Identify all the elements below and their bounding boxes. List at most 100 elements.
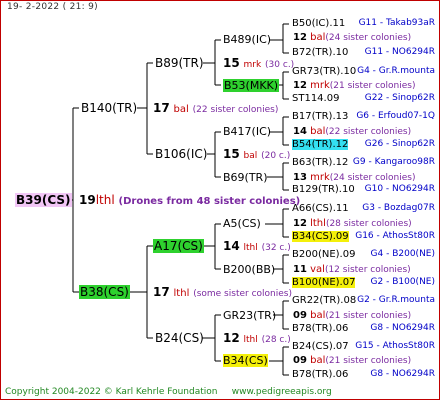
parent-1-connector-label: 17 bal (22 sister colonies) <box>153 101 278 117</box>
grandparent-3[interactable]: A17(CS) <box>153 239 204 253</box>
leaf-1-group: G11 - Takab93aR <box>358 18 435 28</box>
grandparent-4-id: B24(CS) <box>155 331 204 345</box>
leaf-15[interactable]: B24(CS).07 <box>292 340 349 353</box>
leaf-7[interactable]: B63(TR).12 <box>292 156 348 169</box>
leaf-10[interactable]: B34(CS).09 <box>292 230 349 243</box>
great-grandparent-7[interactable]: GR23(TR) <box>223 309 276 322</box>
connector-number: 11 <box>293 264 307 275</box>
grandparent-4[interactable]: B24(CS) <box>155 331 204 345</box>
leaf-5-group: G6 - Erfoud07-1Q <box>356 111 435 121</box>
leaf-10-group: G16 - AthosSt80R <box>355 231 435 241</box>
great-grandparent-4[interactable]: B69(TR) <box>223 171 268 184</box>
leaf-2[interactable]: B72(TR).10 <box>292 46 348 59</box>
gen2-connector-line-1 <box>203 39 221 86</box>
connector-desc: (22 sister colonies) <box>325 127 412 137</box>
great-grandparent-8[interactable]: B34(CS) <box>223 354 268 367</box>
great-grandparent-1-id: B489(IC) <box>223 33 272 46</box>
great-grandparent-5[interactable]: A5(CS) <box>223 217 261 230</box>
grandparent-1[interactable]: B89(TR) <box>155 56 204 70</box>
connector-number: 17 <box>153 101 170 115</box>
leaf-9[interactable]: A66(CS).11 <box>292 202 349 215</box>
leaf-1[interactable]: B50(IC).11 <box>292 17 345 30</box>
grandparent-2[interactable]: B106(IC) <box>155 147 207 161</box>
gen2-connector-line-2 <box>207 131 221 178</box>
connector-number: 09 <box>293 310 307 321</box>
connector-desc: (some sister colonies) <box>193 289 292 299</box>
connector-number: 12 <box>293 218 307 229</box>
pedigree-frame: 19- 2-2022 ( 21: 9) B39(CS) 19lthl (Dron… <box>0 0 440 400</box>
leaf-4-group: G22 - Sinop62R <box>364 93 435 103</box>
parent-2[interactable]: B38(CS) <box>79 285 130 299</box>
grandparent-1-connector-label: 15 mrk (30 c.) <box>223 56 294 72</box>
leaf-id: B129(TR).10 <box>292 184 355 195</box>
leaf-11[interactable]: B200(NE).09 <box>292 248 355 261</box>
connector-code: lthl <box>173 288 190 299</box>
gen1-connector-line-2 <box>130 245 153 339</box>
leaf-id: B100(NE).07 <box>292 277 356 288</box>
connector-number: 14 <box>293 126 307 137</box>
great-grandparent-5-id: A5(CS) <box>223 217 261 230</box>
leaf-4[interactable]: ST114.09 <box>292 92 339 105</box>
leaf-id: ST114.09 <box>292 93 340 104</box>
leaf-12[interactable]: B100(NE).07 <box>292 276 356 289</box>
great-grandparent-3-id: B417(IC) <box>223 125 272 138</box>
connector-code: mrk <box>243 60 262 70</box>
leaf-id: B24(CS).07 <box>292 341 349 352</box>
connector-code: bal <box>243 151 258 161</box>
connector-desc: (20 c.) <box>261 151 291 161</box>
connector-desc: (12 sister colonies) <box>324 265 411 275</box>
connector-code: bal <box>310 355 326 366</box>
connector-code: mrk <box>310 172 330 183</box>
leaf-id: A66(CS).11 <box>292 203 349 214</box>
leaf-11-group: G4 - B200(NE) <box>370 249 435 259</box>
great-grandparent-2-connector-label: 12 mrk(21 sister colonies) <box>293 79 416 93</box>
leaf-id: B78(TR).06 <box>292 369 349 380</box>
connector-code: bal <box>310 32 326 43</box>
great-grandparent-7-id: GR23(TR) <box>223 309 277 322</box>
leaf-16[interactable]: B78(TR).06 <box>292 368 348 381</box>
great-grandparent-6[interactable]: B200(BB) <box>223 263 275 276</box>
gen3-connector-line-4 <box>267 162 289 191</box>
great-grandparent-3[interactable]: B417(IC) <box>223 125 271 138</box>
parent-1[interactable]: B140(TR) <box>81 101 137 115</box>
grandparent-2-connector-label: 15 bal (20 c.) <box>223 147 290 163</box>
leaf-7-group: G9 - Kangaroo98R <box>352 157 435 167</box>
connector-desc: (21 sister colonies) <box>325 311 412 321</box>
connector-number: 17 <box>153 285 170 299</box>
parent-2-id: B38(CS) <box>79 285 130 299</box>
leaf-8[interactable]: B129(TR).10 <box>292 183 355 196</box>
connector-code: lthl <box>95 193 115 207</box>
great-grandparent-3-connector-label: 14 bal(22 sister colonies) <box>293 125 411 139</box>
connector-code: lthl <box>243 243 258 253</box>
copyright-text: Copyright 2004-2022 © Karl Kehrle Founda… <box>5 387 218 397</box>
connector-number: 12 <box>293 80 307 91</box>
great-grandparent-7-connector-label: 09 bal(21 sister colonies) <box>293 309 411 323</box>
gen3-connector-line-6 <box>273 254 289 284</box>
great-grandparent-1[interactable]: B489(IC) <box>223 33 271 46</box>
leaf-3-group: G4 - Gr.R.mounta <box>357 66 435 76</box>
leaf-id: B63(TR).12 <box>292 157 349 168</box>
leaf-2-group: G11 - NO6294R <box>364 47 435 57</box>
leaf-13[interactable]: GR22(TR).08 <box>292 294 356 307</box>
gen3-connector-line-8 <box>269 346 289 376</box>
leaf-13-group: G2 - Gr.R.mounta <box>357 295 435 305</box>
leaf-15-group: G15 - AthosSt80R <box>355 341 435 351</box>
root-queen[interactable]: B39(CS) <box>15 193 72 207</box>
leaf-3[interactable]: GR73(TR).10 <box>292 65 356 78</box>
connector-desc: (28 sister colonies) <box>325 219 412 229</box>
leaf-14[interactable]: B78(TR).06 <box>292 322 348 335</box>
leaf-id: B17(TR).13 <box>292 111 349 122</box>
leaf-id: B200(NE).09 <box>292 249 356 260</box>
connector-number: 12 <box>223 331 240 345</box>
footer: Copyright 2004-2022 © Karl Kehrle Founda… <box>5 387 332 397</box>
gen2-connector-line-4 <box>202 314 221 362</box>
great-grandparent-2[interactable]: B53(MKK) <box>223 79 280 92</box>
connector-code: bal <box>310 126 326 137</box>
leaf-id: GR73(TR).10 <box>292 66 357 77</box>
site-link[interactable]: www.pedigreeapis.org <box>232 387 332 397</box>
connector-desc: (24 sister colonies) <box>329 173 416 183</box>
leaf-5[interactable]: B17(TR).13 <box>292 110 348 123</box>
great-grandparent-2-id: B53(MKK) <box>223 79 280 92</box>
leaf-6[interactable]: B54(TR).12 <box>292 138 349 151</box>
connector-code: bal <box>310 310 326 321</box>
